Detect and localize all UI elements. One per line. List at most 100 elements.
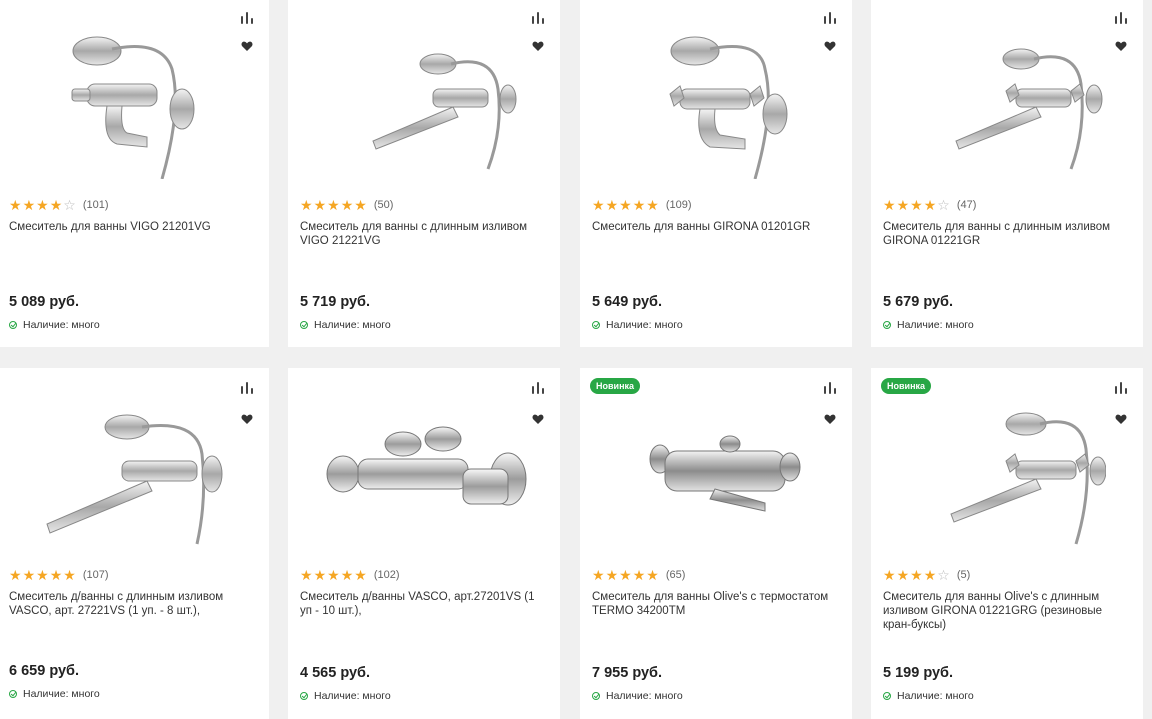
check-circle-icon (883, 321, 891, 329)
product-title[interactable]: Смеситель д/ванны с длинным изливом VASC… (9, 590, 255, 618)
star-icon: ★ (340, 567, 354, 583)
rating: ★ ★ ★ ★ ★ (102) (300, 568, 400, 582)
review-count[interactable]: (109) (666, 199, 692, 211)
rating: ★ ★ ★ ★ ★ (50) (300, 198, 393, 212)
faucet-image (669, 36, 788, 179)
product-image[interactable] (600, 398, 830, 550)
star-icon: ★ (313, 197, 327, 213)
review-count[interactable]: (5) (957, 569, 970, 581)
product-image[interactable] (308, 398, 538, 550)
check-circle-icon (300, 692, 308, 700)
star-icon: ★ (605, 197, 619, 213)
star-icon: ★ (619, 197, 632, 213)
rating: ★ ★ ★ ★ ☆ (47) (883, 198, 976, 212)
product-title[interactable]: Смеситель для ванны Olive's с длинным из… (883, 590, 1129, 632)
product-card: ★ ★ ★ ★ ☆ (47) Смеситель для ванны с длинным… (871, 0, 1143, 347)
star-icon: ★ (36, 567, 49, 583)
star-icon: ★ (313, 567, 327, 583)
star-icon: ★ (923, 567, 937, 583)
product-title[interactable]: Смеситель для ванны Olive's с термостато… (592, 590, 838, 618)
compare-icon[interactable] (824, 12, 836, 24)
compare-icon[interactable] (1115, 12, 1127, 24)
star-icon: ☆ (63, 197, 76, 213)
star-icon: ★ (22, 567, 36, 583)
star-icon: ★ (923, 197, 937, 213)
star-icon: ★ (327, 197, 340, 213)
product-card: Новинка ★ ★ ★ ★ ☆ (5) Смеситель для ванны Ol… (871, 368, 1143, 719)
compare-icon[interactable] (1115, 382, 1127, 394)
star-icon: ★ (354, 567, 367, 583)
star-icon: ★ (49, 197, 63, 213)
product-image[interactable] (17, 28, 247, 180)
star-icon: ★ (49, 567, 63, 583)
compare-icon[interactable] (241, 382, 253, 394)
check-circle-icon (9, 321, 17, 329)
product-price: 6 659 руб. (9, 663, 80, 679)
new-badge: Новинка (881, 378, 932, 394)
product-image[interactable] (17, 398, 247, 550)
star-icon: ★ (22, 197, 36, 213)
availability-text: Наличие: много (23, 688, 100, 700)
star-icon: ★ (605, 567, 619, 583)
compare-icon[interactable] (532, 382, 544, 394)
compare-icon[interactable] (532, 12, 544, 24)
product-card: ★ ★ ★ ★ ★ (50) Смеситель для ванны с длинным… (288, 0, 560, 347)
product-title[interactable]: Смеситель для ванны с длинным изливом GI… (883, 220, 1129, 248)
availability-text: Наличие: много (606, 690, 683, 702)
compare-icon[interactable] (241, 12, 253, 24)
availability: Наличие: много (592, 319, 683, 331)
product-price: 7 955 руб. (592, 665, 663, 681)
star-icon: ★ (910, 197, 923, 213)
check-circle-icon (592, 692, 600, 700)
faucet-image (71, 36, 195, 179)
product-image[interactable] (600, 28, 830, 180)
star-icon: ★ (632, 197, 646, 213)
faucet-image (955, 48, 1103, 170)
star-icon: ★ (646, 197, 659, 213)
product-card: ★ ★ ★ ★ ★ (109) Смеситель для ванны GIRONA 0… (580, 0, 852, 347)
check-circle-icon (300, 321, 308, 329)
availability: Наличие: много (300, 690, 391, 702)
availability: Наличие: много (883, 319, 974, 331)
availability-text: Наличие: много (606, 319, 683, 331)
product-price: 5 719 руб. (300, 294, 371, 310)
star-icon: ★ (883, 197, 896, 213)
faucet-image (950, 412, 1106, 545)
star-icon: ★ (36, 197, 49, 213)
faucet-image (372, 53, 517, 170)
review-count[interactable]: (101) (83, 199, 109, 211)
star-icon: ★ (327, 567, 340, 583)
product-image[interactable] (308, 28, 538, 180)
availability-text: Наличие: много (897, 319, 974, 331)
product-title[interactable]: Смеситель д/ванны VASCO, арт.27201VS (1 … (300, 590, 546, 618)
review-count[interactable]: (50) (374, 199, 394, 211)
availability-text: Наличие: много (314, 319, 391, 331)
availability-text: Наличие: много (897, 690, 974, 702)
availability: Наличие: много (592, 690, 683, 702)
product-title[interactable]: Смеситель для ванны с длинным изливом VI… (300, 220, 546, 248)
star-icon: ★ (592, 567, 605, 583)
product-price: 5 089 руб. (9, 294, 80, 310)
review-count[interactable]: (102) (374, 569, 400, 581)
product-image[interactable] (891, 28, 1121, 180)
review-count[interactable]: (47) (957, 199, 977, 211)
check-circle-icon (592, 321, 600, 329)
product-title[interactable]: Смеситель для ванны VIGO 21201VG (9, 220, 255, 234)
compare-icon[interactable] (824, 382, 836, 394)
product-title[interactable]: Смеситель для ванны GIRONA 01201GR (592, 220, 838, 234)
star-icon: ★ (619, 567, 632, 583)
star-icon: ★ (340, 197, 354, 213)
star-icon: ☆ (937, 197, 950, 213)
star-icon: ★ (63, 567, 76, 583)
review-count[interactable]: (107) (83, 569, 109, 581)
star-icon: ★ (646, 567, 659, 583)
rating: ★ ★ ★ ★ ★ (109) (592, 198, 692, 212)
rating: ★ ★ ★ ★ ☆ (5) (883, 568, 970, 582)
star-icon: ★ (9, 197, 22, 213)
star-icon: ★ (300, 567, 313, 583)
star-icon: ★ (896, 197, 910, 213)
review-count[interactable]: (65) (666, 569, 686, 581)
product-image[interactable] (891, 398, 1121, 550)
check-circle-icon (9, 690, 17, 698)
availability: Наличие: много (300, 319, 391, 331)
